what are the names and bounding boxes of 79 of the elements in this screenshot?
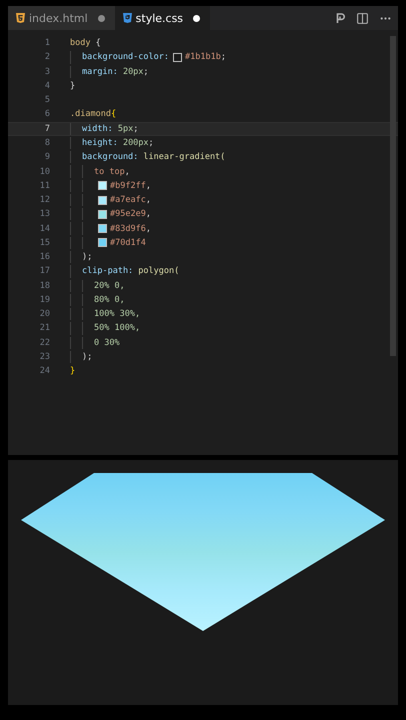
- code-token: ;: [148, 138, 154, 148]
- code-token: 100% 30%,: [94, 309, 140, 320]
- css-file-icon: [122, 13, 132, 23]
- line-number: 13: [38, 209, 50, 220]
- code-token: polygon(: [137, 266, 180, 276]
- line-number: 21: [38, 323, 50, 334]
- line-number: 11: [38, 180, 50, 191]
- line-number: 14: [38, 224, 50, 234]
- code-token: background-color:: [82, 52, 169, 62]
- code-token: ,: [146, 209, 151, 220]
- line-number: 18: [38, 280, 50, 291]
- code-token: }: [70, 366, 76, 376]
- code-token: ;: [133, 124, 138, 134]
- code-token: #b9f2ff: [110, 180, 146, 191]
- code-token: 5px: [116, 124, 134, 134]
- scrollbar[interactable]: [390, 36, 396, 356]
- code-token: margin:: [82, 66, 118, 77]
- code-token: ,: [146, 195, 151, 206]
- code-token: ,: [146, 224, 151, 234]
- line-number: 6: [44, 109, 50, 120]
- line-number: 8: [44, 138, 50, 148]
- code-token: #1b1b1b: [185, 52, 221, 62]
- line-number: 22: [38, 338, 50, 348]
- code-token: );: [82, 252, 92, 262]
- color-swatch[interactable]: [98, 196, 107, 205]
- code-token: #83d9f6: [110, 224, 146, 234]
- code-token: ;: [220, 52, 226, 62]
- code-token: 200px: [122, 138, 149, 148]
- line-number: 15: [38, 238, 50, 248]
- html-file-icon: [16, 13, 25, 23]
- color-swatch[interactable]: [98, 210, 107, 219]
- code-token: 20px: [122, 66, 144, 77]
- line-number: 24: [38, 366, 50, 376]
- line-number: 5: [44, 95, 50, 106]
- line-number: 4: [44, 80, 50, 91]
- line-number: 2: [44, 52, 50, 62]
- code-token: 20% 0,: [94, 280, 125, 291]
- line-number: 1: [44, 38, 50, 48]
- code-token: #70d1f4: [110, 238, 146, 248]
- code-token: clip-path:: [82, 266, 134, 276]
- code-token: {: [110, 109, 116, 120]
- code-token: );: [82, 352, 92, 362]
- code-token: background:: [82, 152, 138, 162]
- preview-icon[interactable]: [336, 12, 346, 24]
- code-token: ,: [124, 166, 130, 177]
- code-token: linear-gradient(: [142, 152, 226, 162]
- code-token: body: [70, 38, 90, 48]
- line-number: 10: [38, 166, 50, 177]
- code-token: }: [70, 80, 76, 91]
- unsaved-dot: [98, 14, 105, 22]
- unsaved-dot: [193, 14, 200, 22]
- line-number: 17: [38, 266, 50, 276]
- color-swatch[interactable]: [98, 238, 107, 248]
- code-token: #95e2e9: [110, 209, 146, 220]
- line-number: 3: [44, 66, 50, 77]
- code-token: height:: [82, 138, 118, 148]
- color-swatch[interactable]: [98, 181, 107, 190]
- code-token: to top: [94, 166, 125, 177]
- color-swatch[interactable]: [173, 52, 182, 62]
- code-token: ,: [146, 180, 151, 191]
- code-token: 0 30%: [94, 338, 120, 348]
- file-tab[interactable]: style.css: [114, 6, 210, 30]
- line-number: 19: [38, 294, 50, 305]
- code-token: #a7eafc: [110, 195, 146, 206]
- line-number: 23: [38, 352, 50, 362]
- file-tab[interactable]: index.html: [8, 6, 115, 30]
- code-token: {: [94, 38, 101, 48]
- code-token: width:: [82, 124, 113, 134]
- code-token: ;: [143, 66, 149, 77]
- line-number: 16: [38, 252, 50, 262]
- line-number: 9: [44, 152, 50, 162]
- line-number: 20: [38, 309, 50, 320]
- code-token: 80% 0,: [94, 294, 125, 305]
- line-number: 12: [38, 195, 50, 206]
- code-token: .diamond: [70, 109, 111, 120]
- split-editor-icon[interactable]: [356, 12, 369, 24]
- color-swatch[interactable]: [98, 224, 107, 234]
- code-token: 50% 100%,: [94, 323, 140, 334]
- line-number: 7: [44, 124, 50, 134]
